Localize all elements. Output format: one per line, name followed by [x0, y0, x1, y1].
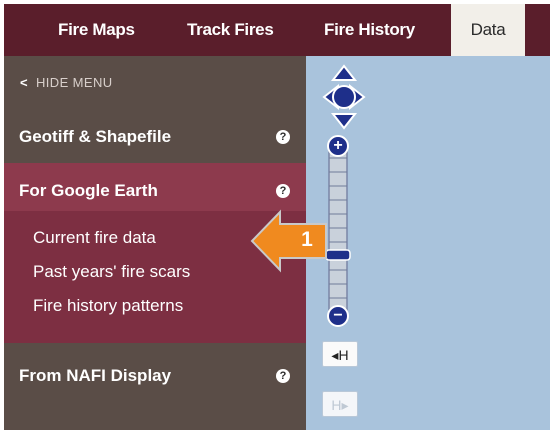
frame-edge-right	[550, 0, 554, 432]
zoom-out-button[interactable]: −	[331, 306, 345, 326]
chevron-left-icon: <	[20, 75, 28, 90]
tab-track-fires[interactable]: Track Fires	[187, 4, 274, 56]
help-icon[interactable]: ?	[276, 184, 290, 198]
tab-fire-maps[interactable]: Fire Maps	[58, 4, 135, 56]
hide-menu-label: HIDE MENU	[36, 75, 113, 90]
section-nafi-display[interactable]: From NAFI Display	[19, 366, 171, 386]
history-forward-button[interactable]: H▸	[322, 391, 358, 417]
history-back-button[interactable]: ◂H	[322, 341, 358, 367]
top-nav-bar: Fire Maps Track Fires Fire History Data	[4, 4, 550, 56]
link-current-fire-data[interactable]: Current fire data	[33, 228, 156, 248]
section-geotiff-shapefile[interactable]: Geotiff & Shapefile	[19, 127, 171, 147]
section-google-earth[interactable]: For Google Earth	[19, 181, 158, 201]
step-number-label: 1	[301, 228, 313, 251]
zoom-in-button[interactable]: +	[331, 136, 345, 156]
help-icon[interactable]: ?	[276, 130, 290, 144]
link-fire-history-patterns[interactable]: Fire history patterns	[33, 296, 183, 316]
pan-control[interactable]	[322, 64, 366, 130]
help-icon[interactable]: ?	[276, 369, 290, 383]
tab-fire-history[interactable]: Fire History	[324, 4, 415, 56]
tab-data[interactable]: Data	[451, 4, 525, 56]
link-past-years-fire-scars[interactable]: Past years' fire scars	[33, 262, 190, 282]
hide-menu-button[interactable]: < HIDE MENU	[20, 75, 113, 90]
